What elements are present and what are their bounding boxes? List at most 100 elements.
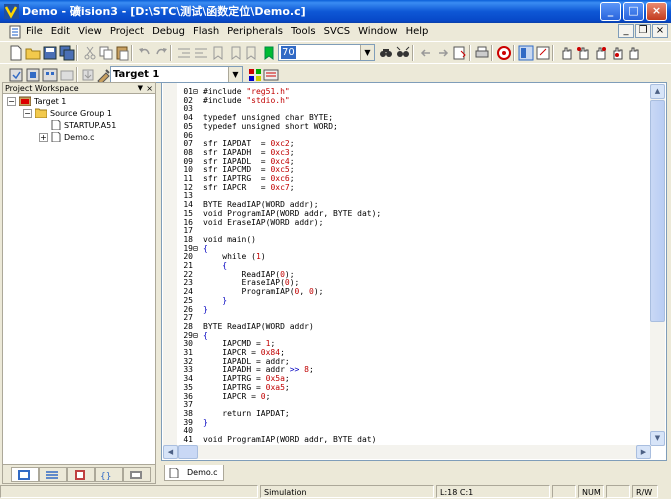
cut-icon[interactable] xyxy=(82,45,98,61)
scroll-down-icon[interactable]: ▼ xyxy=(650,431,665,446)
close-button[interactable]: × xyxy=(646,2,667,21)
code-line[interactable]: 34 IAPTRG = 0x5a; xyxy=(174,374,289,383)
print-icon[interactable] xyxy=(474,45,490,61)
code-line[interactable]: 10 sfr IAPCMD = 0xc5; xyxy=(174,165,294,174)
download-flash-icon[interactable] xyxy=(80,67,96,83)
menu-tools[interactable]: Tools xyxy=(287,25,320,39)
tab-registers[interactable] xyxy=(39,467,67,482)
menu-view[interactable]: View xyxy=(74,25,106,39)
code-line[interactable]: 04 typedef unsigned char BYTE; xyxy=(174,113,333,122)
code-line[interactable]: 24 ProgramIAP(0, 0); xyxy=(174,287,323,296)
code-line[interactable]: 19⊟{ xyxy=(174,244,207,253)
indent-icon[interactable] xyxy=(176,45,192,61)
breakpoint-kill-all-icon[interactable] xyxy=(609,45,625,61)
source-browse-icon[interactable] xyxy=(452,45,468,61)
scroll-right-icon[interactable]: ▶ xyxy=(636,445,651,459)
breakpoint-disable-icon[interactable] xyxy=(592,45,608,61)
code-line[interactable]: 35 IAPTRG = 0xa5; xyxy=(174,383,289,392)
mdi-restore-button[interactable]: ❐ xyxy=(635,24,651,38)
project-window-icon[interactable] xyxy=(518,45,534,61)
mdi-close-button[interactable]: × xyxy=(652,24,668,38)
menu-peripherals[interactable]: Peripherals xyxy=(223,25,287,39)
collapse-icon[interactable]: − xyxy=(23,109,32,118)
expand-icon[interactable]: + xyxy=(39,133,48,142)
code-line[interactable]: 01⊟ #include "reg51.h" xyxy=(174,87,289,96)
menu-flash[interactable]: Flash xyxy=(189,25,223,39)
find-combo[interactable]: 70 ▼ xyxy=(278,44,375,61)
tab-demo-c[interactable]: Demo.c xyxy=(164,465,224,481)
code-line[interactable]: 20 while (1) xyxy=(174,252,265,261)
copy-icon[interactable] xyxy=(98,45,114,61)
tab-templates[interactable] xyxy=(123,467,151,482)
hand-tool-icon[interactable] xyxy=(558,45,574,61)
code-line[interactable]: 30 IAPCMD = 1; xyxy=(174,339,275,348)
menu-svcs[interactable]: SVCS xyxy=(320,25,355,39)
code-line[interactable]: 22 ReadIAP(0); xyxy=(174,270,294,279)
code-line[interactable]: 28 BYTE ReadIAP(WORD addr) xyxy=(174,322,313,331)
debug-session-icon[interactable] xyxy=(496,45,512,61)
tab-books[interactable] xyxy=(67,467,95,482)
code-line[interactable]: 33 IAPADH = addr >> 8; xyxy=(174,365,313,374)
code-editor[interactable]: 01⊟ #include "reg51.h" 02 #include "stdio.h… xyxy=(161,82,667,461)
code-line[interactable]: 09 sfr IAPADL = 0xc4; xyxy=(174,157,294,166)
workspace-pin-icon[interactable]: ▼ xyxy=(138,83,143,94)
code-line[interactable]: 27 xyxy=(174,313,203,322)
code-line[interactable]: 16 void EraseIAP(WORD addr); xyxy=(174,218,323,227)
menu-window[interactable]: Window xyxy=(354,25,401,39)
horizontal-scroll-thumb[interactable] xyxy=(178,445,198,459)
bookmark-clear-icon[interactable] xyxy=(261,45,277,61)
output-window-icon[interactable] xyxy=(535,45,551,61)
code-line[interactable]: 18 void main() xyxy=(174,235,256,244)
build-target-icon[interactable] xyxy=(25,67,41,83)
tab-functions[interactable]: {} xyxy=(95,467,123,482)
scroll-up-icon[interactable]: ▲ xyxy=(650,84,665,99)
code-line[interactable]: 40 xyxy=(174,426,203,435)
code-line[interactable]: 41 void ProgramIAP(WORD addr, BYTE dat) xyxy=(174,435,376,444)
rebuild-all-icon[interactable] xyxy=(42,67,58,83)
bookmark-toggle-icon[interactable] xyxy=(210,45,226,61)
collapse-icon[interactable]: − xyxy=(7,97,16,106)
code-line[interactable]: 07 sfr IAPDAT = 0xc2; xyxy=(174,139,294,148)
navigate-back-icon[interactable] xyxy=(418,45,434,61)
code-line[interactable]: 13 xyxy=(174,191,203,200)
navigate-forward-icon[interactable] xyxy=(435,45,451,61)
maximize-button[interactable]: □ xyxy=(623,2,644,21)
vertical-scrollbar[interactable]: ▲ ▼ xyxy=(650,84,665,446)
code-line[interactable]: 36 IAPCR = 0; xyxy=(174,392,270,401)
paste-icon[interactable] xyxy=(114,45,130,61)
code-line[interactable]: 25 } xyxy=(174,296,227,305)
chevron-down-icon[interactable]: ▼ xyxy=(228,67,242,82)
mdi-minimize-button[interactable]: _ xyxy=(618,24,634,38)
code-line[interactable]: 32 IAPADL = addr; xyxy=(174,357,289,366)
menu-edit[interactable]: Edit xyxy=(47,25,74,39)
keil-app-icon[interactable] xyxy=(4,4,19,19)
fold-collapse-icon[interactable]: ⊟ xyxy=(193,331,203,340)
code-line[interactable]: 26} xyxy=(174,305,207,314)
code-line[interactable]: 08 sfr IAPADH = 0xc3; xyxy=(174,148,294,157)
code-line[interactable]: 06 xyxy=(174,131,203,140)
code-line[interactable]: 11 sfr IAPTRG = 0xc6; xyxy=(174,174,294,183)
code-line[interactable]: 38 return IAPDAT; xyxy=(174,409,289,418)
code-line[interactable]: 29⊟{ xyxy=(174,331,207,340)
redo-icon[interactable] xyxy=(153,45,169,61)
workspace-close-icon[interactable]: × xyxy=(146,83,153,94)
chevron-down-icon[interactable]: ▼ xyxy=(360,45,374,60)
menu-debug[interactable]: Debug xyxy=(148,25,189,39)
menu-project[interactable]: Project xyxy=(106,25,148,39)
target-select[interactable]: Target 1 ▼ xyxy=(110,66,243,83)
unindent-icon[interactable] xyxy=(193,45,209,61)
bookmark-previous-icon[interactable] xyxy=(227,45,243,61)
save-icon[interactable] xyxy=(42,45,58,61)
bookmark-next-icon[interactable] xyxy=(244,45,260,61)
code-line[interactable]: 03 xyxy=(174,104,203,113)
breakpoint-insert-icon[interactable] xyxy=(575,45,591,61)
code-line[interactable]: 39} xyxy=(174,418,207,427)
file-extensions-icon[interactable] xyxy=(263,67,279,83)
horizontal-scrollbar[interactable]: ◀ ▶ xyxy=(163,445,651,459)
breakpoint-enable-all-icon[interactable] xyxy=(626,45,642,61)
save-all-icon[interactable] xyxy=(59,45,75,61)
menu-file[interactable]: File xyxy=(22,25,47,39)
find-in-files-icon[interactable] xyxy=(395,45,411,61)
fold-collapse-icon[interactable]: ⊟ xyxy=(193,87,203,96)
code-line[interactable]: 14 BYTE ReadIAP(WORD addr); xyxy=(174,200,318,209)
